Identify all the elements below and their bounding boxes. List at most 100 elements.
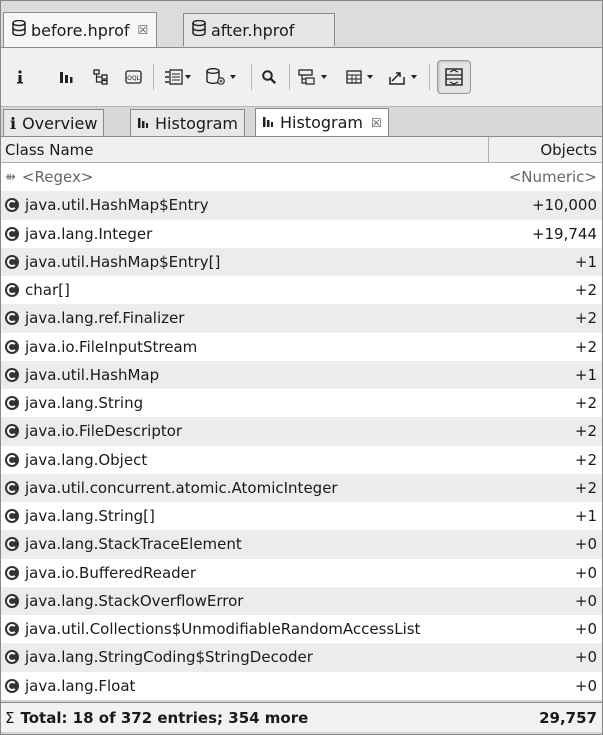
tab-label: Histogram	[155, 113, 238, 133]
table-row[interactable]: java.io.FileDescriptor +2	[1, 417, 602, 446]
table-header: Class Name Objects	[1, 137, 602, 163]
table-row[interactable]: java.util.Collections$UnmodifiableRandom…	[1, 615, 602, 643]
table-row[interactable]: java.util.concurrent.atomic.AtomicIntege…	[1, 473, 602, 502]
total-row: Σ Total: 18 of 372 entries; 354 more 29,…	[1, 702, 602, 732]
regex-filter-icon: ⇻	[5, 169, 16, 185]
histogram-table: Class Name Objects ⇻ <Regex> <Numeric> j…	[1, 136, 602, 700]
info-button[interactable]	[13, 64, 27, 90]
columns-menu-button[interactable]	[345, 64, 379, 90]
find-button[interactable]	[259, 64, 279, 90]
sum-icon: Σ	[5, 708, 15, 727]
class-name: char[]	[25, 281, 70, 300]
editor-tab-before[interactable]: before.hprof ☒	[3, 12, 158, 47]
objects-delta: +0	[574, 620, 597, 639]
heap-dump-window: before.hprof ☒ after.hprof OQL i Overvie…	[0, 0, 603, 735]
table-row[interactable]: char[] +2	[1, 276, 602, 304]
table-row[interactable]: java.lang.String +2	[1, 389, 602, 417]
table-row[interactable]: java.lang.String[] +1	[1, 502, 602, 530]
table-row[interactable]: java.lang.StackTraceElement +0	[1, 530, 602, 559]
objects-delta: +2	[574, 422, 597, 441]
tab-histogram[interactable]: Histogram	[130, 109, 245, 136]
editor-tab-after[interactable]: after.hprof	[183, 13, 336, 46]
table-row[interactable]: java.util.HashMap +1	[1, 360, 602, 389]
tab-histogram-compare[interactable]: Histogram ☒	[255, 108, 389, 136]
class-name: java.util.concurrent.atomic.AtomicIntege…	[25, 478, 338, 497]
class-icon	[5, 283, 19, 298]
info-icon: i	[10, 113, 17, 133]
class-icon	[5, 424, 19, 439]
objects-delta: +1	[574, 252, 597, 271]
table-row[interactable]: java.lang.StringCoding$StringDecoder +0	[1, 643, 602, 672]
class-icon	[5, 396, 19, 411]
class-name: java.lang.Object	[25, 450, 148, 469]
class-name: java.lang.ref.Finalizer	[25, 309, 185, 328]
class-icon	[5, 311, 19, 326]
view-menu-button[interactable]	[163, 64, 195, 90]
histogram-button[interactable]	[57, 64, 75, 90]
compare-icon	[445, 68, 463, 86]
table-row[interactable]: java.util.HashMap$Entry +10,000	[1, 191, 602, 220]
view-tab-bar: i Overview Histogram Histogram ☒	[1, 107, 602, 136]
class-name: java.lang.StringCoding$StringDecoder	[25, 648, 313, 667]
oql-button[interactable]: OQL	[123, 64, 143, 90]
class-name: java.util.HashMap	[25, 365, 160, 384]
class-name: java.util.Collections$UnmodifiableRandom…	[25, 620, 421, 639]
table-row[interactable]: java.util.HashMap$Entry[] +1	[1, 247, 602, 276]
objects-delta: +2	[574, 281, 597, 300]
class-name: java.lang.Float	[25, 676, 136, 695]
class-icon	[5, 678, 19, 693]
numeric-filter-input[interactable]: <Numeric>	[489, 168, 602, 186]
table-row[interactable]: java.io.FileInputStream +2	[1, 333, 602, 361]
table-row[interactable]: java.lang.StackOverflowError +0	[1, 586, 602, 615]
table-icon	[346, 70, 373, 84]
info-icon	[17, 70, 23, 84]
class-name: java.util.HashMap$Entry[]	[25, 252, 221, 271]
class-icon	[5, 367, 19, 382]
class-name: java.io.FileDescriptor	[25, 422, 183, 441]
table-row[interactable]: java.io.BufferedReader +0	[1, 559, 602, 587]
instances-button[interactable]	[91, 64, 111, 90]
class-name: java.util.HashMap$Entry	[25, 196, 209, 215]
class-icon	[5, 537, 19, 552]
objects-delta: +2	[574, 394, 597, 413]
objects-delta: +1	[574, 507, 597, 526]
toolbar-separator	[251, 64, 252, 90]
compare-menu-button[interactable]	[205, 64, 241, 90]
histogram-icon	[262, 113, 274, 132]
table-row[interactable]: java.lang.ref.Finalizer +2	[1, 304, 602, 333]
search-icon	[262, 70, 277, 85]
column-header-class-name[interactable]: Class Name	[1, 137, 489, 162]
table-row[interactable]: java.lang.Integer +19,744	[1, 220, 602, 248]
objects-delta: +0	[574, 648, 597, 667]
class-icon	[5, 198, 19, 213]
class-icon	[5, 480, 19, 495]
class-icon	[5, 622, 19, 637]
grouping-menu-button[interactable]	[297, 64, 333, 90]
group-icon	[298, 69, 327, 85]
close-icon[interactable]: ☒	[138, 23, 149, 37]
objects-delta: +2	[574, 309, 597, 328]
database-icon	[192, 19, 206, 40]
tree-icon	[93, 69, 108, 85]
regex-filter-input[interactable]: <Regex>	[22, 168, 93, 186]
objects-delta: +2	[574, 478, 597, 497]
tab-overview[interactable]: i Overview	[3, 109, 105, 136]
class-name: java.io.BufferedReader	[25, 563, 197, 582]
class-icon	[5, 254, 19, 269]
close-icon[interactable]: ☒	[371, 116, 382, 130]
class-icon	[5, 226, 19, 241]
export-menu-button[interactable]	[387, 64, 423, 90]
toolbar-separator	[429, 64, 430, 90]
objects-delta: +0	[574, 563, 597, 582]
list-view-icon	[165, 69, 191, 85]
objects-delta: +2	[574, 337, 597, 356]
editor-tab-bar: before.hprof ☒ after.hprof	[1, 1, 602, 47]
class-icon	[5, 509, 19, 524]
table-row[interactable]: java.lang.Object +2	[1, 446, 602, 474]
table-row[interactable]: java.lang.Float +0	[1, 672, 602, 700]
objects-delta: +10,000	[531, 196, 597, 215]
column-header-objects[interactable]: Objects	[489, 137, 602, 162]
class-name: java.lang.String	[25, 394, 144, 413]
toggle-compare-button[interactable]	[437, 60, 471, 94]
class-name: java.lang.Integer	[25, 224, 153, 243]
